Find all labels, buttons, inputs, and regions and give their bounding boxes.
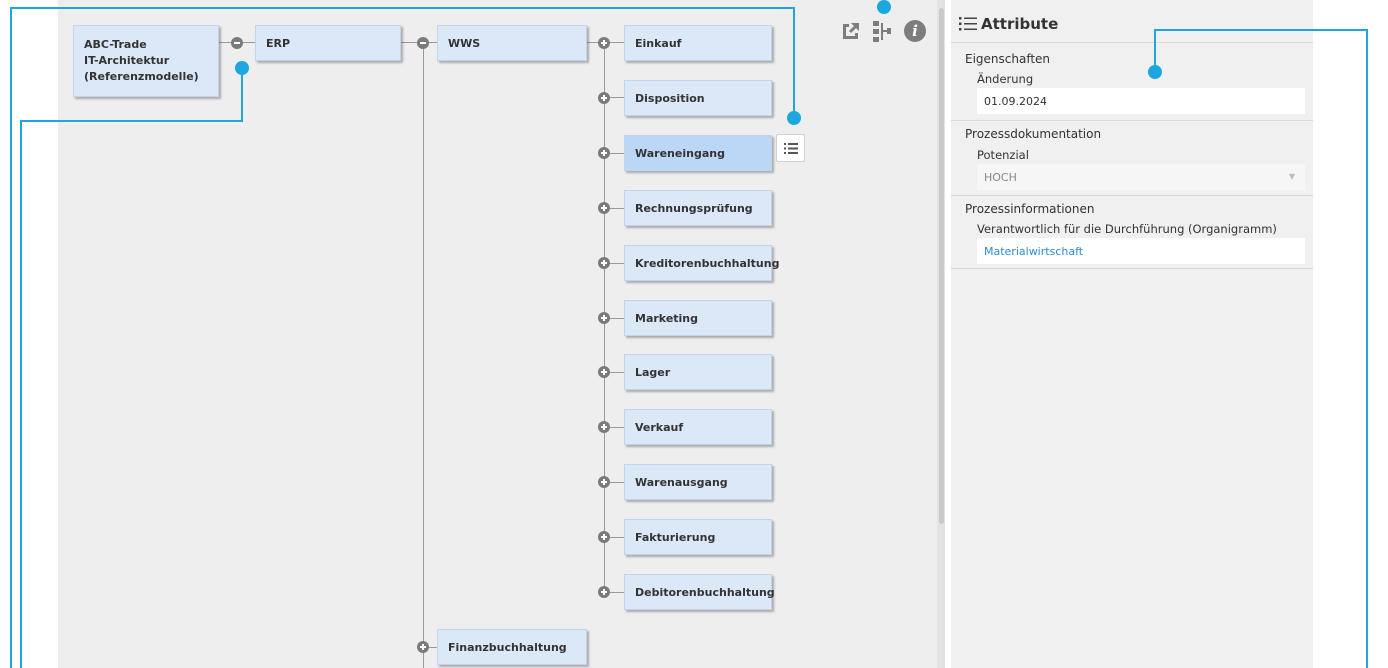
field-label: Verantwortlich für die Durchführung (Org… xyxy=(977,222,1277,236)
node-label: Fakturierung xyxy=(635,530,716,544)
node-marketing[interactable]: Marketing xyxy=(624,300,772,336)
hierarchy-icon[interactable] xyxy=(872,20,892,44)
model-canvas xyxy=(58,0,943,668)
organigram-link[interactable]: Materialwirtschaft xyxy=(977,238,1305,264)
potenzial-select[interactable]: HOCH ▼ xyxy=(977,164,1305,190)
list-icon xyxy=(959,17,977,31)
expand-icon[interactable] xyxy=(598,531,610,543)
expand-icon[interactable] xyxy=(598,421,610,433)
node-wareneingang[interactable]: Wareneingang xyxy=(624,135,772,171)
node-warenausgang[interactable]: Warenausgang xyxy=(624,464,772,500)
external-link-icon[interactable] xyxy=(840,20,862,42)
section-title: Prozessinformationen xyxy=(965,202,1095,216)
expand-icon[interactable] xyxy=(598,92,610,104)
root-node-line: IT-Architektur xyxy=(84,54,170,67)
node-label: ERP xyxy=(266,36,291,50)
node-rechnungspruefung[interactable]: Rechnungsprüfung xyxy=(624,190,772,226)
divider xyxy=(951,120,1313,121)
expand-icon[interactable] xyxy=(598,147,610,159)
node-finanzbuchhaltung[interactable]: Finanzbuchhaltung xyxy=(437,629,587,665)
node-kreditorenbuchhaltung[interactable]: Kreditorenbuchhaltung xyxy=(624,245,779,281)
divider xyxy=(951,268,1313,269)
expand-icon[interactable] xyxy=(598,37,610,49)
node-label: Warenausgang xyxy=(635,475,728,489)
node-label: WWS xyxy=(448,36,481,50)
divider xyxy=(951,195,1313,196)
node-label: Finanzbuchhaltung xyxy=(448,640,567,654)
root-node-line: ABC-Trade xyxy=(84,38,147,51)
callout-line xyxy=(1366,29,1368,668)
expand-icon[interactable] xyxy=(417,641,429,653)
node-label: Lager xyxy=(635,365,671,379)
date-field[interactable]: 01.09.2024 xyxy=(977,88,1305,114)
info-glyph: i xyxy=(912,22,918,40)
callout-line xyxy=(20,120,243,122)
callout-marker xyxy=(235,61,249,75)
callout-marker xyxy=(1148,65,1162,79)
field-value: Materialwirtschaft xyxy=(984,244,1084,258)
field-label: Änderung xyxy=(977,72,1034,86)
expand-icon[interactable] xyxy=(598,257,610,269)
callout-line xyxy=(793,7,795,118)
callout-line xyxy=(20,120,22,668)
collapse-icon[interactable] xyxy=(231,37,243,49)
node-lager[interactable]: Lager xyxy=(624,354,772,390)
node-verkauf[interactable]: Verkauf xyxy=(624,409,772,445)
root-node[interactable]: ABC-Trade IT-Architektur (Referenzmodell… xyxy=(73,25,219,97)
section-title: Eigenschaften xyxy=(965,52,1051,66)
callout-line xyxy=(241,68,243,122)
collapse-icon[interactable] xyxy=(417,37,429,49)
node-label: Wareneingang xyxy=(635,146,725,160)
callout-line xyxy=(10,7,795,9)
connector xyxy=(423,42,424,668)
panel-title: Attribute xyxy=(959,15,1058,33)
node-label: Kreditorenbuchhaltung xyxy=(635,256,780,270)
node-label: Debitorenbuchhaltung xyxy=(635,585,775,599)
node-attributes-button[interactable] xyxy=(776,134,805,162)
node-label: Disposition xyxy=(635,91,705,105)
node-label: Verkauf xyxy=(635,420,684,434)
node-label: Marketing xyxy=(635,311,699,325)
node-fakturierung[interactable]: Fakturierung xyxy=(624,519,772,555)
expand-icon[interactable] xyxy=(598,476,610,488)
node-disposition[interactable]: Disposition xyxy=(624,80,772,116)
info-icon[interactable]: i xyxy=(904,20,926,42)
root-node-line: (Referenzmodelle) xyxy=(84,70,199,83)
callout-marker xyxy=(787,111,801,125)
field-value: 01.09.2024 xyxy=(984,94,1047,108)
node-label: Einkauf xyxy=(635,36,682,50)
node-wws[interactable]: WWS xyxy=(437,25,587,61)
expand-icon[interactable] xyxy=(598,202,610,214)
field-label: Potenzial xyxy=(977,148,1029,162)
node-erp[interactable]: ERP xyxy=(255,25,401,61)
callout-line xyxy=(1154,29,1368,31)
node-einkauf[interactable]: Einkauf xyxy=(624,25,772,61)
divider xyxy=(951,42,1313,43)
expand-icon[interactable] xyxy=(598,366,610,378)
panel-title-text: Attribute xyxy=(981,15,1059,33)
callout-line xyxy=(10,7,12,668)
node-label: Rechnungsprüfung xyxy=(635,201,753,215)
expand-icon[interactable] xyxy=(598,586,610,598)
field-value: HOCH xyxy=(984,170,1017,184)
scrollbar-thumb[interactable] xyxy=(939,8,944,524)
node-debitorenbuchhaltung[interactable]: Debitorenbuchhaltung xyxy=(624,574,775,610)
expand-icon[interactable] xyxy=(598,312,610,324)
section-title: Prozessdokumentation xyxy=(965,127,1102,141)
list-icon xyxy=(783,142,798,154)
chevron-down-icon: ▼ xyxy=(1288,172,1295,181)
callout-marker xyxy=(877,0,891,14)
